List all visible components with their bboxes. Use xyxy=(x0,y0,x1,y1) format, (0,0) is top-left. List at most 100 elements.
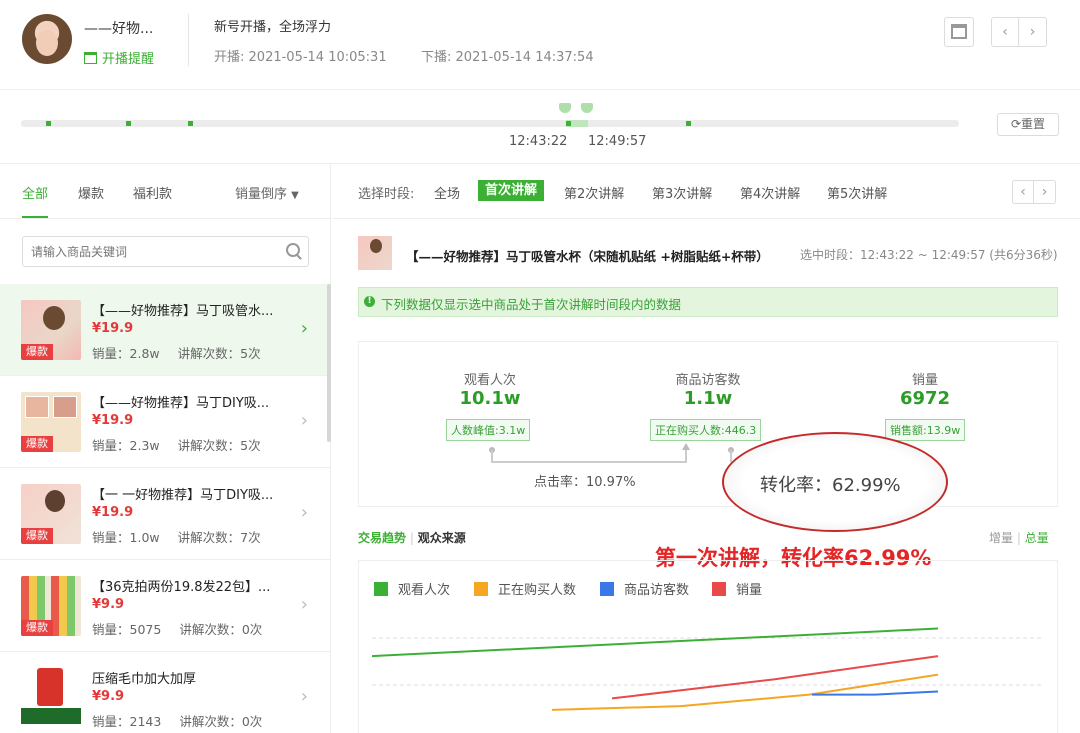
product-thumbnail: 爆款 xyxy=(21,484,81,544)
list-item[interactable]: 爆款 【——好物推荐】马丁吸管水... ¥19.9 销量：2.8w 讲解次数：5次… xyxy=(0,284,330,376)
end-value: 2021-05-14 14:37:54 xyxy=(455,50,594,65)
toggle-increment[interactable]: 增量 xyxy=(989,531,1013,545)
date-picker-button[interactable] xyxy=(944,17,974,47)
list-item[interactable]: 爆款 【36克拍两份19.8发22包】... ¥9.9 销量：5075 讲解次数：… xyxy=(0,560,330,652)
selected-range: 选中时段：12:43:22 ~ 12:49:57 (共6分36秒) xyxy=(800,248,1058,262)
hot-badge: 爆款 xyxy=(21,436,53,452)
tab-audience-source[interactable]: 观众来源 xyxy=(418,531,466,545)
hot-badge: 爆款 xyxy=(21,344,53,360)
chevron-right-icon[interactable]: › xyxy=(301,318,308,339)
toggle-divider: | xyxy=(1016,531,1021,545)
live-title: 新号开播，全场浮力 xyxy=(214,20,332,35)
period-tab-all[interactable]: 全场 xyxy=(434,183,460,202)
chevron-right-icon[interactable]: › xyxy=(301,594,308,615)
product-meta: 销量：1.0w 讲解次数：7次 xyxy=(92,530,261,545)
legend-swatch xyxy=(712,582,726,596)
timeline-marker[interactable] xyxy=(188,121,193,126)
trend-tabs: 交易趋势 | 观众来源 xyxy=(358,529,466,546)
timeline-handle-start[interactable] xyxy=(559,103,571,113)
period-tab-first[interactable]: 首次讲解 xyxy=(478,180,545,201)
timeline-start-label: 12:43:22 xyxy=(509,134,568,149)
product-meta: 销量：2143 讲解次数：0次 xyxy=(92,714,263,729)
search-icon-handle xyxy=(296,254,302,260)
product-name: 【——好物推荐】马丁DIY吸... xyxy=(92,396,270,411)
timeline-marker[interactable] xyxy=(686,121,691,126)
timeline-marker[interactable] xyxy=(46,121,51,126)
period-tab-3[interactable]: 第3次讲解 xyxy=(652,183,712,202)
legend-visitors[interactable]: 商品访客数 xyxy=(600,579,689,598)
hot-badge: 爆款 xyxy=(21,528,53,544)
legend-swatch xyxy=(600,582,614,596)
calendar-icon xyxy=(951,24,967,39)
tab-trade-trend[interactable]: 交易趋势 xyxy=(358,531,406,545)
start-value: 2021-05-14 10:05:31 xyxy=(248,50,387,65)
timeline-marker[interactable] xyxy=(126,121,131,126)
product-meta: 销量：2.8w 讲解次数：5次 xyxy=(92,346,261,361)
views-peak-tag: 人数峰值:3.1w xyxy=(446,419,531,441)
list-item[interactable]: 压缩毛巾加大加厚 ¥9.9 销量：2143 讲解次数：0次 › xyxy=(0,652,330,733)
chevron-right-icon[interactable]: › xyxy=(301,502,308,523)
legend-swatch xyxy=(374,582,388,596)
timeline-handle-end[interactable] xyxy=(581,103,593,113)
period-tab-5[interactable]: 第5次讲解 xyxy=(827,183,887,202)
series-line-4[interactable] xyxy=(611,655,939,700)
period-prev-button[interactable]: ‹ xyxy=(1012,180,1034,204)
legend-sales[interactable]: 销量 xyxy=(712,579,762,598)
next-stream-button[interactable]: › xyxy=(1019,17,1047,47)
search-input[interactable] xyxy=(23,237,273,266)
list-item[interactable]: 爆款 【——好物推荐】马丁DIY吸... ¥19.9 销量：2.3w 讲解次数：5… xyxy=(0,376,330,468)
period-tab-2[interactable]: 第2次讲解 xyxy=(564,183,624,202)
hot-badge: 爆款 xyxy=(21,620,53,636)
notice-text: 下列数据仅显示选中商品处于首次讲解时间段内的数据 xyxy=(381,297,682,312)
product-thumbnail: 爆款 xyxy=(21,576,81,636)
tab-all[interactable]: 全部 xyxy=(22,183,48,202)
visitors-value: 1.1w xyxy=(683,388,733,409)
sales-label: 销量 xyxy=(911,373,938,388)
refresh-icon: ⟳ xyxy=(1010,117,1022,131)
tab-hot[interactable]: 爆款 xyxy=(78,183,104,202)
list-item[interactable]: 爆款 【一 一好物推荐】马丁DIY吸... ¥19.9 销量：1.0w 讲解次数：… xyxy=(0,468,330,560)
product-name: 【——好物推荐】马丁吸管水... xyxy=(92,304,274,319)
sidebar-scrollbar[interactable] xyxy=(327,284,331,442)
streamer-avatar[interactable] xyxy=(22,14,72,64)
header-separator xyxy=(0,89,1080,90)
chevron-right-icon[interactable]: › xyxy=(301,410,308,431)
legend-views[interactable]: 观看人次 xyxy=(374,579,450,598)
tab-welfare[interactable]: 福利款 xyxy=(133,183,172,202)
sort-dropdown[interactable]: 销量倒序 ▼ xyxy=(235,183,299,202)
reset-label: 重置 xyxy=(1021,117,1046,131)
product-price: ¥19.9 xyxy=(92,413,134,428)
timeline-marker[interactable] xyxy=(566,121,571,126)
product-meta: 销量：2.3w 讲解次数：5次 xyxy=(92,438,261,453)
start-label: 开播: xyxy=(214,50,245,65)
sales-amount-tag: 销售额:13.9w xyxy=(885,419,966,441)
sales-value: 6972 xyxy=(899,388,951,409)
timeline-track[interactable] xyxy=(21,120,959,127)
info-icon: ! xyxy=(364,296,375,307)
caret-down-icon: ▼ xyxy=(291,190,299,201)
legend-buying[interactable]: 正在购买人数 xyxy=(474,579,576,598)
product-name: 压缩毛巾加大加厚 xyxy=(92,672,197,687)
series-line-2[interactable] xyxy=(551,673,939,711)
visitors-buying-tag: 正在购买人数:446.3 xyxy=(650,419,762,441)
chevron-right-icon[interactable]: › xyxy=(301,686,308,707)
product-name: 【36克拍两份19.8发22包】... xyxy=(92,580,271,595)
product-thumbnail xyxy=(358,236,392,270)
legend-swatch xyxy=(474,582,488,596)
reset-button[interactable]: ⟳重置 xyxy=(997,113,1059,136)
period-tab-4[interactable]: 第4次讲解 xyxy=(740,183,800,202)
period-separator xyxy=(332,218,1080,219)
product-price: ¥9.9 xyxy=(92,689,125,704)
visitors-label: 商品访客数 xyxy=(675,373,741,388)
product-title: 【——好物推荐】马丁吸管水杯（宋随机贴纸 +树脂贴纸+杯带） xyxy=(406,249,769,264)
toggle-total[interactable]: 总量 xyxy=(1025,531,1049,545)
end-label: 下播: xyxy=(421,50,452,65)
funnel-connector xyxy=(489,443,734,463)
start-time: 开播: 2021-05-14 10:05:31 xyxy=(214,46,387,65)
prev-stream-button[interactable]: ‹ xyxy=(991,17,1019,47)
period-next-button[interactable]: › xyxy=(1034,180,1056,204)
series-line-1[interactable] xyxy=(372,627,939,658)
search-box[interactable] xyxy=(22,236,309,267)
period-label: 选择时段: xyxy=(358,187,415,202)
live-reminder[interactable]: 开播提醒 xyxy=(84,48,154,67)
